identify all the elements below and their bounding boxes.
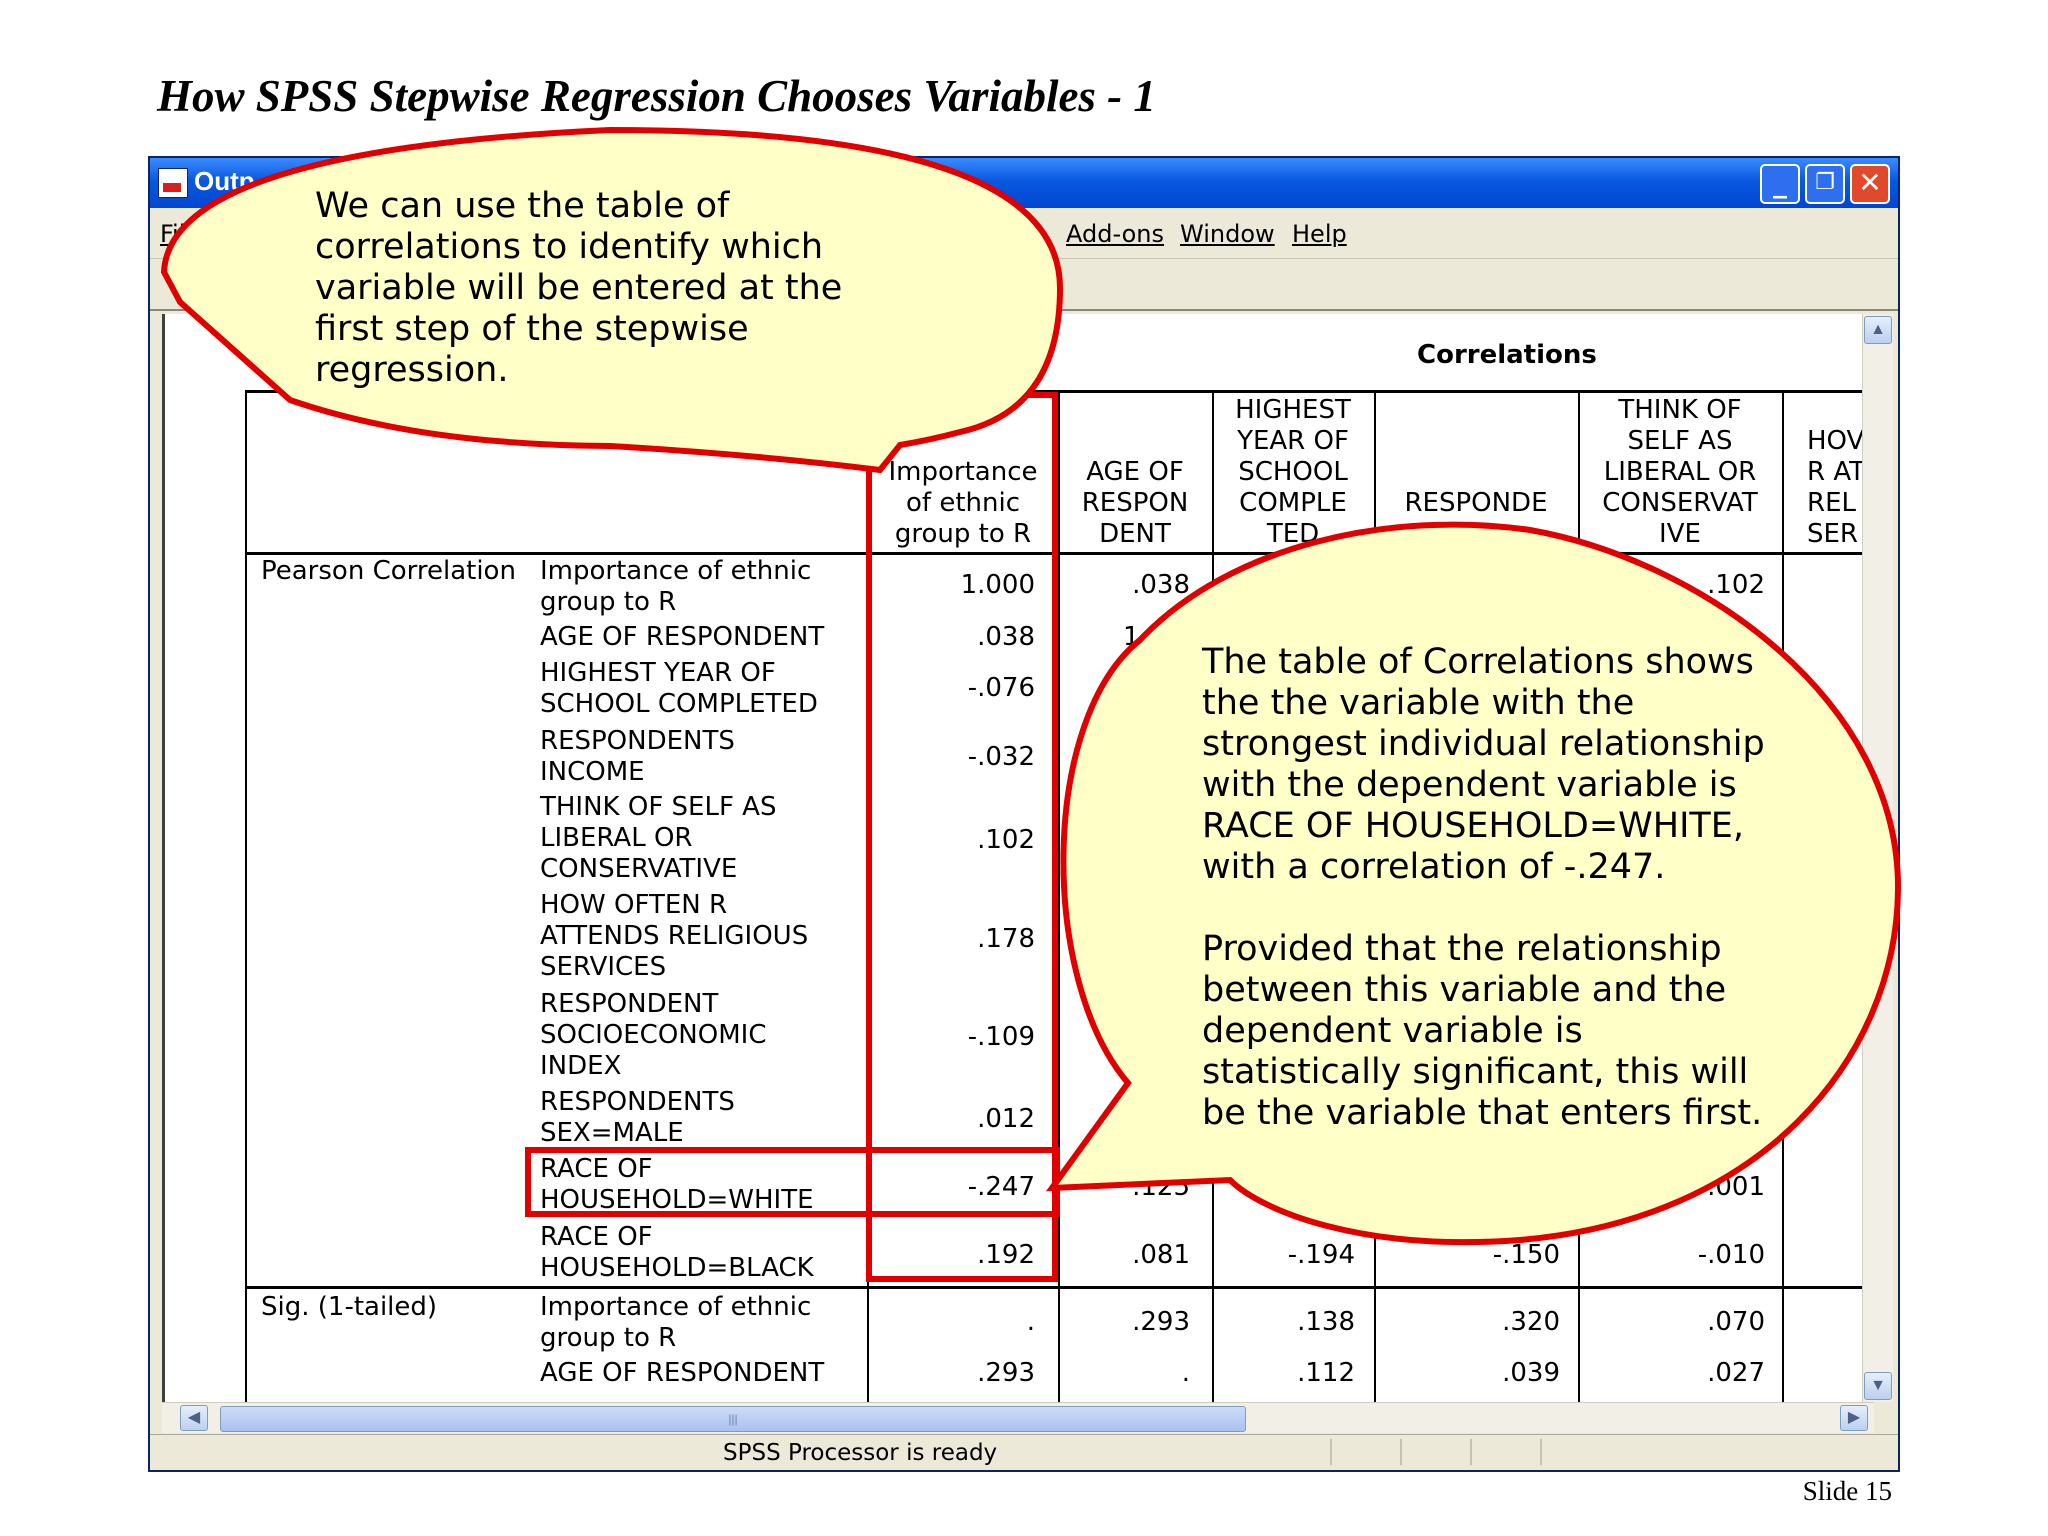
callout-top-text: We can use the table of correlations to … bbox=[315, 186, 843, 390]
callout-right-text: The table of Correlations shows the the … bbox=[1202, 642, 1765, 1133]
slide-number: Slide 15 bbox=[1802, 1476, 1892, 1506]
